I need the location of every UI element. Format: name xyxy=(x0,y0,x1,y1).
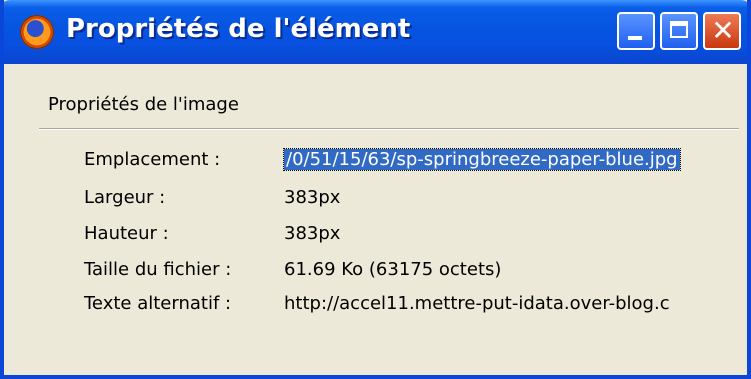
property-label: Emplacement : xyxy=(84,149,221,170)
property-value-width[interactable]: 383px xyxy=(284,187,734,208)
close-button[interactable]: ✕ xyxy=(703,12,741,50)
property-value-height[interactable]: 383px xyxy=(284,223,734,244)
firefox-icon[interactable] xyxy=(20,15,54,49)
property-label: Largeur : xyxy=(84,187,166,208)
title-bar[interactable]: Propriétés de l'élément ✕ xyxy=(4,0,747,64)
section-title: Propriétés de l'image xyxy=(48,94,239,115)
maximize-icon xyxy=(670,21,688,38)
close-icon: ✕ xyxy=(711,14,735,47)
minimize-button[interactable] xyxy=(617,12,655,50)
separator xyxy=(39,128,739,130)
property-value-alt-text[interactable]: http://accel11.mettre-put-idata.over-blo… xyxy=(284,293,734,314)
minimize-icon xyxy=(628,36,642,40)
window-title: Propriétés de l'élément xyxy=(66,14,411,44)
property-value-location[interactable]: /0/51/15/63/sp-springbreeze-paper-blue.j… xyxy=(283,148,681,171)
property-label: Hauteur : xyxy=(84,223,169,244)
property-value-file-size[interactable]: 61.69 Ko (63175 octets) xyxy=(284,259,734,280)
property-label: Texte alternatif : xyxy=(84,293,232,314)
maximize-button[interactable] xyxy=(660,12,698,50)
properties-dialog: Propriétés de l'élément ✕ Propriétés de … xyxy=(0,0,751,379)
property-label: Taille du fichier : xyxy=(84,259,232,280)
